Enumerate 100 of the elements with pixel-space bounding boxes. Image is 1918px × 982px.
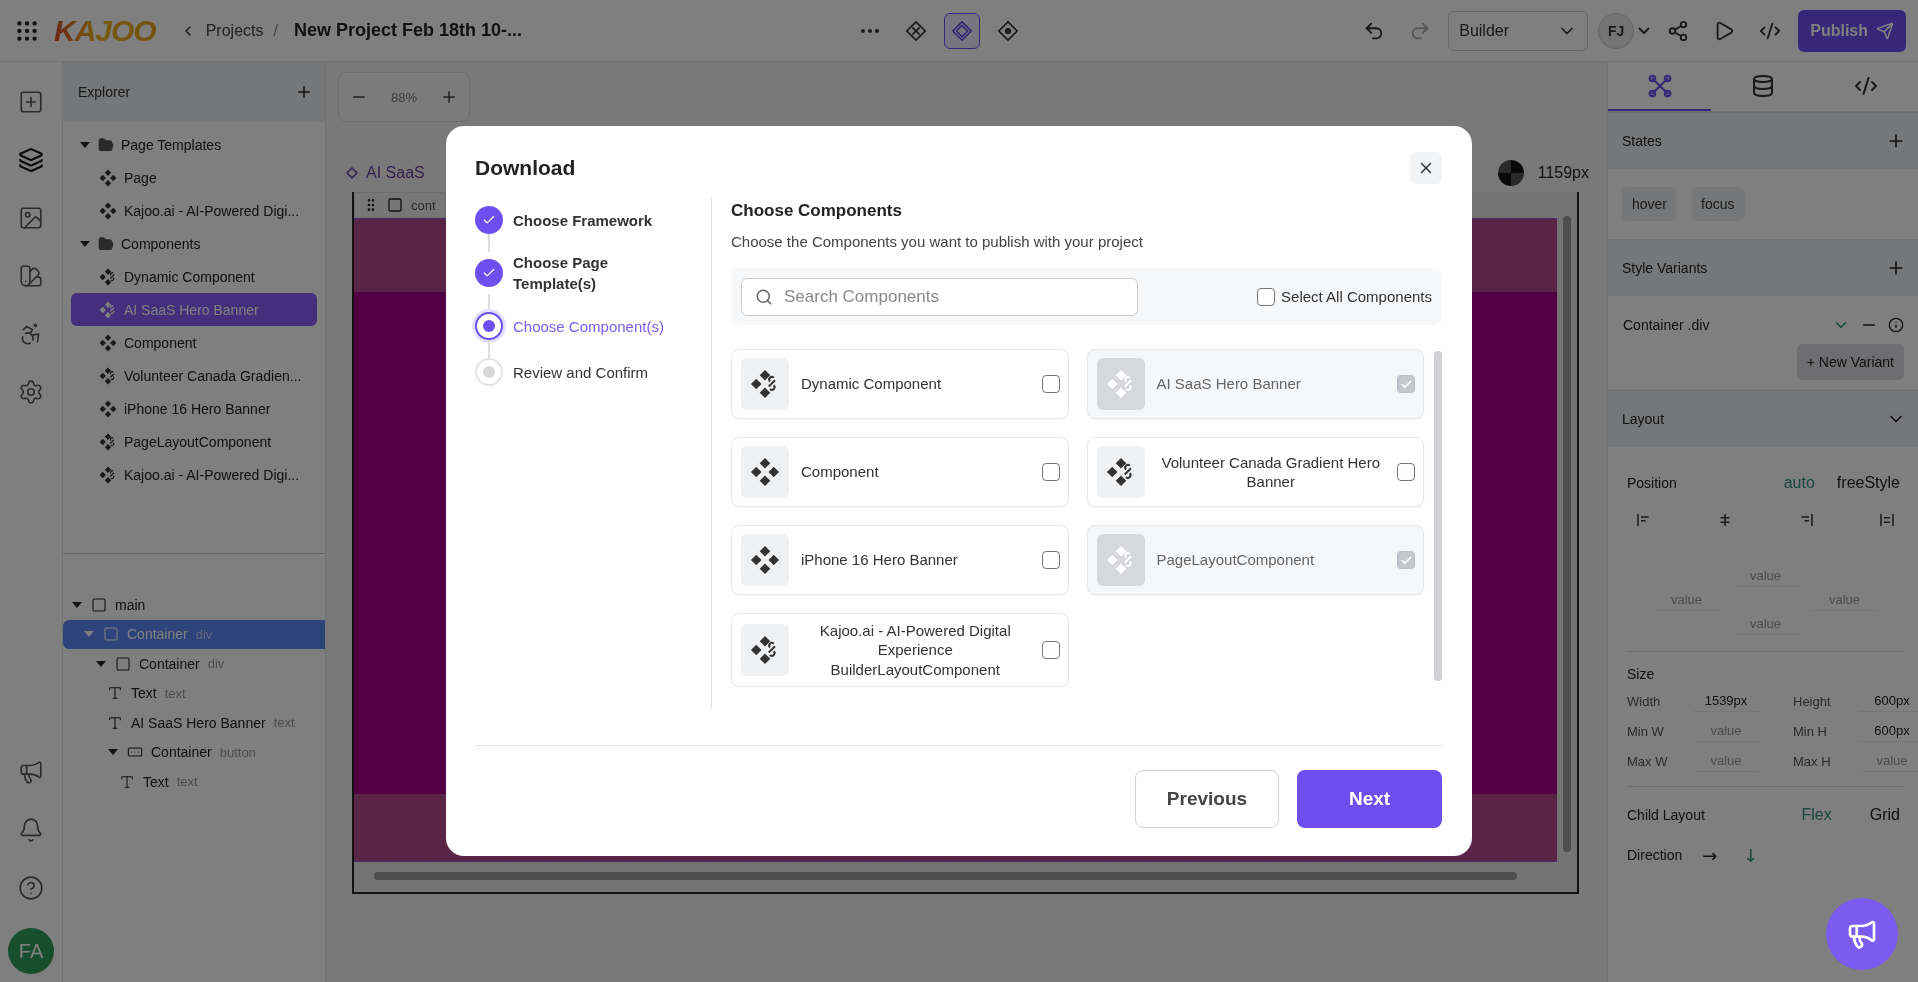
horizontal-scrollbar[interactable] [374,872,1517,880]
more-icon [861,28,880,33]
zoom-level: 88% [391,89,417,105]
component-card[interactable]: Dynamic Component [731,349,1069,419]
wizard-step[interactable]: Choose Component(s) [475,312,711,340]
component-name: PageLayoutComponent [1156,550,1316,570]
folder-row[interactable]: Page Templates [71,128,317,161]
checkbox[interactable] [1397,463,1415,481]
square-icon [115,655,131,672]
theme-toggle[interactable] [1497,160,1524,186]
component-item[interactable]: Component [71,326,317,359]
close-button[interactable] [1410,152,1442,184]
wizard-step[interactable]: Review and Confirm [475,358,711,386]
project-title: New Project Feb 18th 10-... [293,20,522,41]
scrollbar[interactable] [1434,351,1442,681]
swatch-book-icon [18,263,44,289]
layout-option[interactable]: Grid [1865,806,1904,824]
text-icon [107,685,123,702]
align-icon[interactable] [1878,511,1896,529]
width-readout: 1159px [1537,164,1589,182]
layer-label: main [115,596,146,613]
settings-icon [18,379,44,405]
caret-icon [108,749,118,756]
vertical-scrollbar[interactable] [1563,216,1571,852]
component-item[interactable]: PageLayoutComponent [71,425,317,458]
bell-icon [18,817,44,843]
square-icon [91,596,107,613]
checkbox[interactable] [1041,375,1060,393]
layout-option[interactable]: Flex [1797,806,1836,824]
breadcrumb-separator: / [273,21,278,40]
section-title: Layout [1622,411,1665,427]
diamond-icon [346,167,358,179]
view-select[interactable]: Builder [1448,10,1589,51]
position-option[interactable]: freeStyle [1832,474,1904,492]
direction-option[interactable]: ↓ [1737,844,1765,866]
publish-button[interactable]: Publish [1798,9,1906,52]
checkbox[interactable] [1041,551,1060,569]
state-chip[interactable]: focus [1691,187,1745,221]
field-label: Min H [1793,723,1828,739]
dialog-title: Download [475,156,576,180]
add-icon[interactable] [295,83,313,101]
layers-icon [18,147,44,173]
component-name: Dynamic Component [801,374,943,394]
wizard-step[interactable]: Choose Framework [475,206,711,234]
size-field[interactable]: 1539px [1693,690,1759,712]
layer-label: Container [127,626,188,643]
select-all-checkbox[interactable]: Select All Components [1257,287,1432,306]
check-icon [1399,553,1413,567]
checkbox[interactable] [1041,641,1060,659]
search-field[interactable]: Search Components [741,277,1138,316]
text-icon [107,714,123,731]
search-icon [755,287,773,306]
component-item[interactable]: Volunteer Canada Gradien... [71,359,317,392]
add-icon [18,89,44,115]
megaphone-icon [18,759,44,785]
component-card[interactable]: iPhone 16 Hero Banner [731,525,1069,595]
previous-button[interactable]: Previous [1135,770,1279,828]
component-item[interactable]: Kajoo.ai - AI-Powered Digi... [71,458,317,491]
layer-item[interactable]: main [63,590,325,620]
component-name: AI SaaS Hero Banner [1156,374,1302,394]
position-option[interactable]: auto [1779,474,1819,492]
check-icon [1399,377,1413,391]
component-item[interactable]: Kajoo.ai - AI-Powered Digi... [71,194,317,227]
field-label: Direction [1627,847,1683,863]
component-item[interactable]: Page [71,161,317,194]
component-item[interactable]: AI SaaS Hero Banner [71,293,317,326]
component-item[interactable]: Dynamic Component [71,260,317,293]
component-card[interactable]: Kajoo.ai - AI-Powered Digital Experience BuilderLayoutComponent [731,613,1069,687]
square-icon [387,197,403,213]
user-menu[interactable]: FJ [1598,12,1651,49]
crossed-tools-icon [1646,72,1673,99]
folder-label: Page Templates [121,136,222,153]
caret-icon [84,631,94,638]
component-card[interactable]: Component [731,437,1069,507]
size-field[interactable]: 600px [1859,690,1918,712]
state-chip[interactable]: hover [1622,187,1678,221]
frame-title: AI SaaS [346,164,425,182]
zoom-control[interactable]: 88% [338,72,470,122]
size-field[interactable]: 600px [1859,720,1918,742]
new-variant-button[interactable]: + New Variant [1796,344,1904,380]
info-icon[interactable] [1888,317,1904,333]
caret-icon [80,141,90,148]
mode-button[interactable] [944,12,981,49]
folder-row[interactable]: Components [71,227,317,260]
section-subtitle: Choose the Components you want to publish with your project [731,233,1144,250]
component-card[interactable]: Volunteer Canada Gradient Hero Banner [1086,437,1424,507]
direction-option[interactable]: → [1696,844,1724,866]
image-icon [18,205,44,231]
diamond-cross-icon [905,19,928,42]
field-label: Child Layout [1627,807,1705,823]
checkbox[interactable] [1041,463,1060,481]
folder-icon [98,235,114,252]
projects-link[interactable]: Projects [205,21,264,40]
next-button[interactable]: Next [1297,770,1442,828]
layer-label: Text [131,685,157,702]
component-item[interactable]: iPhone 16 Hero Banner [71,392,317,425]
layer-label: Text [143,773,169,790]
field-label: Max H [1793,753,1832,769]
component-name: iPhone 16 Hero Banner [801,550,959,570]
wizard-step[interactable]: Choose Page Template(s) [475,252,711,294]
